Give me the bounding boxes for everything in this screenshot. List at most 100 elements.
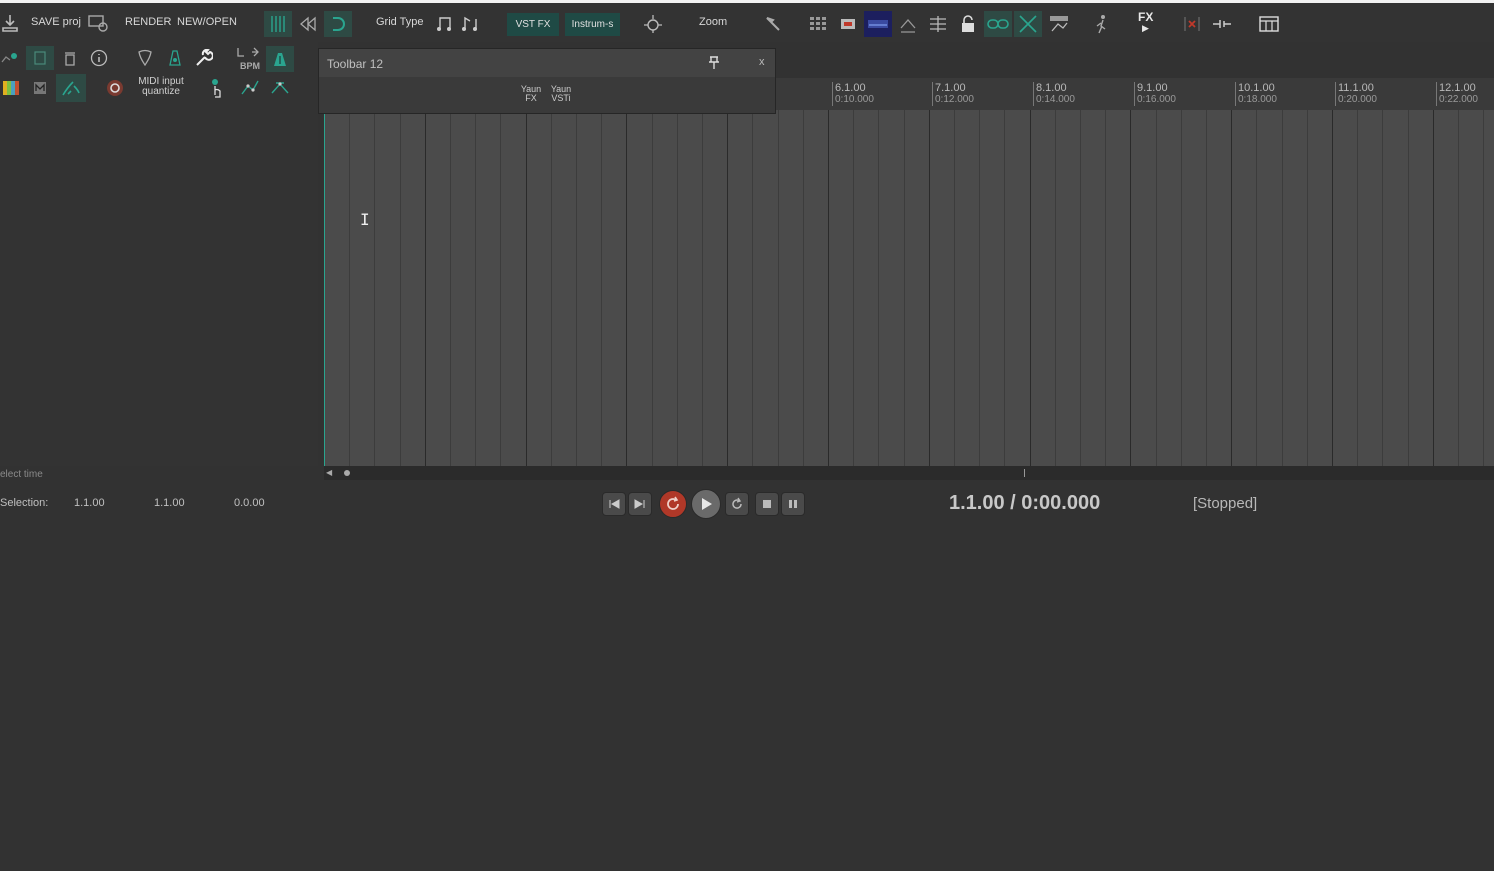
record-arm-icon[interactable] bbox=[104, 76, 126, 100]
pin-icon[interactable] bbox=[705, 55, 723, 71]
copy-track-icon[interactable] bbox=[26, 46, 54, 70]
scroll-left-arrow-icon[interactable]: ◀ bbox=[326, 468, 336, 478]
toolbar-12-titlebar[interactable]: Toolbar 12 x bbox=[319, 49, 775, 77]
yaun-fx-line2: FX bbox=[525, 93, 537, 103]
track-color-icon[interactable] bbox=[0, 76, 22, 100]
play-button[interactable] bbox=[691, 489, 721, 519]
window-layout-icon[interactable] bbox=[1256, 11, 1282, 37]
record-button[interactable] bbox=[659, 490, 687, 518]
track-toolbar: BPM MIDI input quantize bbox=[0, 42, 318, 110]
tempo-arrows-icon bbox=[237, 47, 259, 57]
timeline-ruler[interactable]: 6.1.00 0:10.000 7.1.00 0:12.000 8.1.00 0:14… bbox=[776, 78, 1494, 110]
grid-line bbox=[904, 110, 905, 466]
grid-line bbox=[803, 110, 804, 466]
play-small-icon: ▶ bbox=[1142, 23, 1149, 33]
guitar-pick-icon[interactable] bbox=[134, 46, 156, 70]
scroll-thumb[interactable] bbox=[344, 470, 350, 476]
metronome-icon[interactable] bbox=[164, 46, 186, 70]
midi-input-quantize-line2: quantize bbox=[142, 86, 180, 97]
snap-magnet-icon[interactable] bbox=[324, 11, 352, 37]
scroll-marker bbox=[1024, 469, 1025, 477]
render-settings-icon[interactable] bbox=[86, 11, 110, 35]
save-proj-button[interactable]: SAVE proj bbox=[31, 16, 81, 28]
routing-icon[interactable] bbox=[896, 11, 920, 37]
rewind-to-marker-icon[interactable] bbox=[296, 11, 320, 37]
selection-end[interactable]: 1.1.00 bbox=[154, 497, 185, 509]
save-download-icon[interactable] bbox=[0, 9, 20, 37]
grid-line bbox=[1458, 110, 1459, 466]
render-button[interactable]: RENDER bbox=[125, 16, 171, 28]
link-icon[interactable] bbox=[984, 11, 1012, 37]
repeat-button[interactable] bbox=[725, 492, 749, 516]
horizontal-scrollbar[interactable]: ◀ bbox=[324, 466, 1494, 480]
mixer-icon[interactable] bbox=[864, 11, 892, 37]
envelope-points-icon[interactable] bbox=[1046, 11, 1072, 37]
trash-icon[interactable] bbox=[60, 46, 80, 70]
go-to-start-button[interactable] bbox=[602, 492, 626, 516]
repeat-icon bbox=[732, 497, 742, 509]
stop-button[interactable] bbox=[755, 492, 779, 516]
yaun-vsti-button[interactable]: Yaun VSTi bbox=[547, 85, 575, 103]
yaun-fx-button[interactable]: Yaun FX bbox=[517, 85, 545, 103]
media-explorer-icon[interactable] bbox=[836, 11, 860, 37]
selection-label: Selection: bbox=[0, 497, 49, 509]
grid-line bbox=[551, 110, 552, 466]
zoom-fit-icon[interactable] bbox=[640, 11, 666, 37]
envelope-curve-icon[interactable] bbox=[238, 76, 262, 100]
grid-type-button[interactable]: Grid Type bbox=[376, 16, 424, 28]
grid-line bbox=[652, 110, 653, 466]
grid-line bbox=[1055, 110, 1056, 466]
grid-lines-icon[interactable] bbox=[264, 11, 292, 37]
grid-line bbox=[1357, 110, 1358, 466]
close-button[interactable]: x bbox=[759, 56, 765, 68]
new-open-button[interactable]: NEW/OPEN bbox=[177, 16, 237, 28]
crossfade-icon[interactable] bbox=[1014, 11, 1042, 37]
grid-line bbox=[1256, 110, 1257, 466]
edit-cursor[interactable] bbox=[324, 110, 325, 466]
go-to-end-button[interactable] bbox=[628, 492, 652, 516]
automation-icon[interactable] bbox=[268, 76, 292, 100]
midi-item-icon[interactable] bbox=[30, 76, 50, 100]
grid-line bbox=[1030, 110, 1031, 466]
track-control-panel[interactable] bbox=[0, 110, 318, 466]
pointer-hand-icon[interactable] bbox=[206, 76, 228, 102]
walking-figure-icon[interactable] bbox=[1090, 11, 1114, 37]
note-length-icon[interactable] bbox=[458, 11, 482, 37]
fx-bypass-button[interactable]: FX ▶ bbox=[1138, 11, 1160, 39]
arrange-view[interactable] bbox=[324, 110, 1494, 466]
grid-line bbox=[1105, 110, 1106, 466]
grid-line bbox=[727, 110, 728, 466]
grid-line bbox=[601, 110, 602, 466]
grid-view-icon[interactable] bbox=[806, 11, 830, 37]
folder-eye-icon[interactable] bbox=[0, 46, 22, 70]
vst-fx-button[interactable]: VST FX bbox=[507, 13, 559, 36]
remove-fx-icon[interactable] bbox=[1180, 11, 1204, 37]
tuner-icon[interactable] bbox=[266, 46, 294, 72]
eighth-notes-icon[interactable] bbox=[434, 11, 456, 37]
bpm-button[interactable]: BPM bbox=[236, 46, 264, 72]
grid-line bbox=[1282, 110, 1283, 466]
instruments-button[interactable]: Instrum-s bbox=[565, 13, 620, 36]
pause-icon bbox=[789, 500, 797, 508]
grid-line bbox=[1408, 110, 1409, 466]
zoom-button[interactable]: Zoom bbox=[699, 16, 727, 28]
selection-length[interactable]: 0.0.00 bbox=[234, 497, 265, 509]
selection-start[interactable]: 1.1.00 bbox=[74, 497, 105, 509]
grid-line bbox=[1332, 110, 1333, 466]
wrench-icon[interactable] bbox=[193, 46, 215, 70]
hammer-icon[interactable] bbox=[760, 11, 786, 37]
midi-input-quantize-button[interactable]: MIDI input quantize bbox=[134, 77, 188, 97]
pause-button[interactable] bbox=[781, 492, 805, 516]
ruler-mark: 9.1.00 0:16.000 bbox=[1134, 82, 1176, 106]
midi-hand-icon[interactable] bbox=[56, 74, 86, 102]
lock-icon[interactable] bbox=[956, 11, 980, 37]
ripple-edit-icon[interactable] bbox=[926, 11, 950, 37]
position-display[interactable]: 1.1.00 / 0:00.000 bbox=[949, 492, 1100, 515]
grid-line bbox=[500, 110, 501, 466]
yaun-vsti-line2: VSTi bbox=[551, 93, 571, 103]
plug-icon[interactable] bbox=[1210, 11, 1234, 37]
info-icon[interactable] bbox=[88, 46, 110, 70]
grid-line bbox=[626, 110, 627, 466]
grid-line bbox=[828, 110, 829, 466]
grid-line bbox=[1231, 110, 1232, 466]
